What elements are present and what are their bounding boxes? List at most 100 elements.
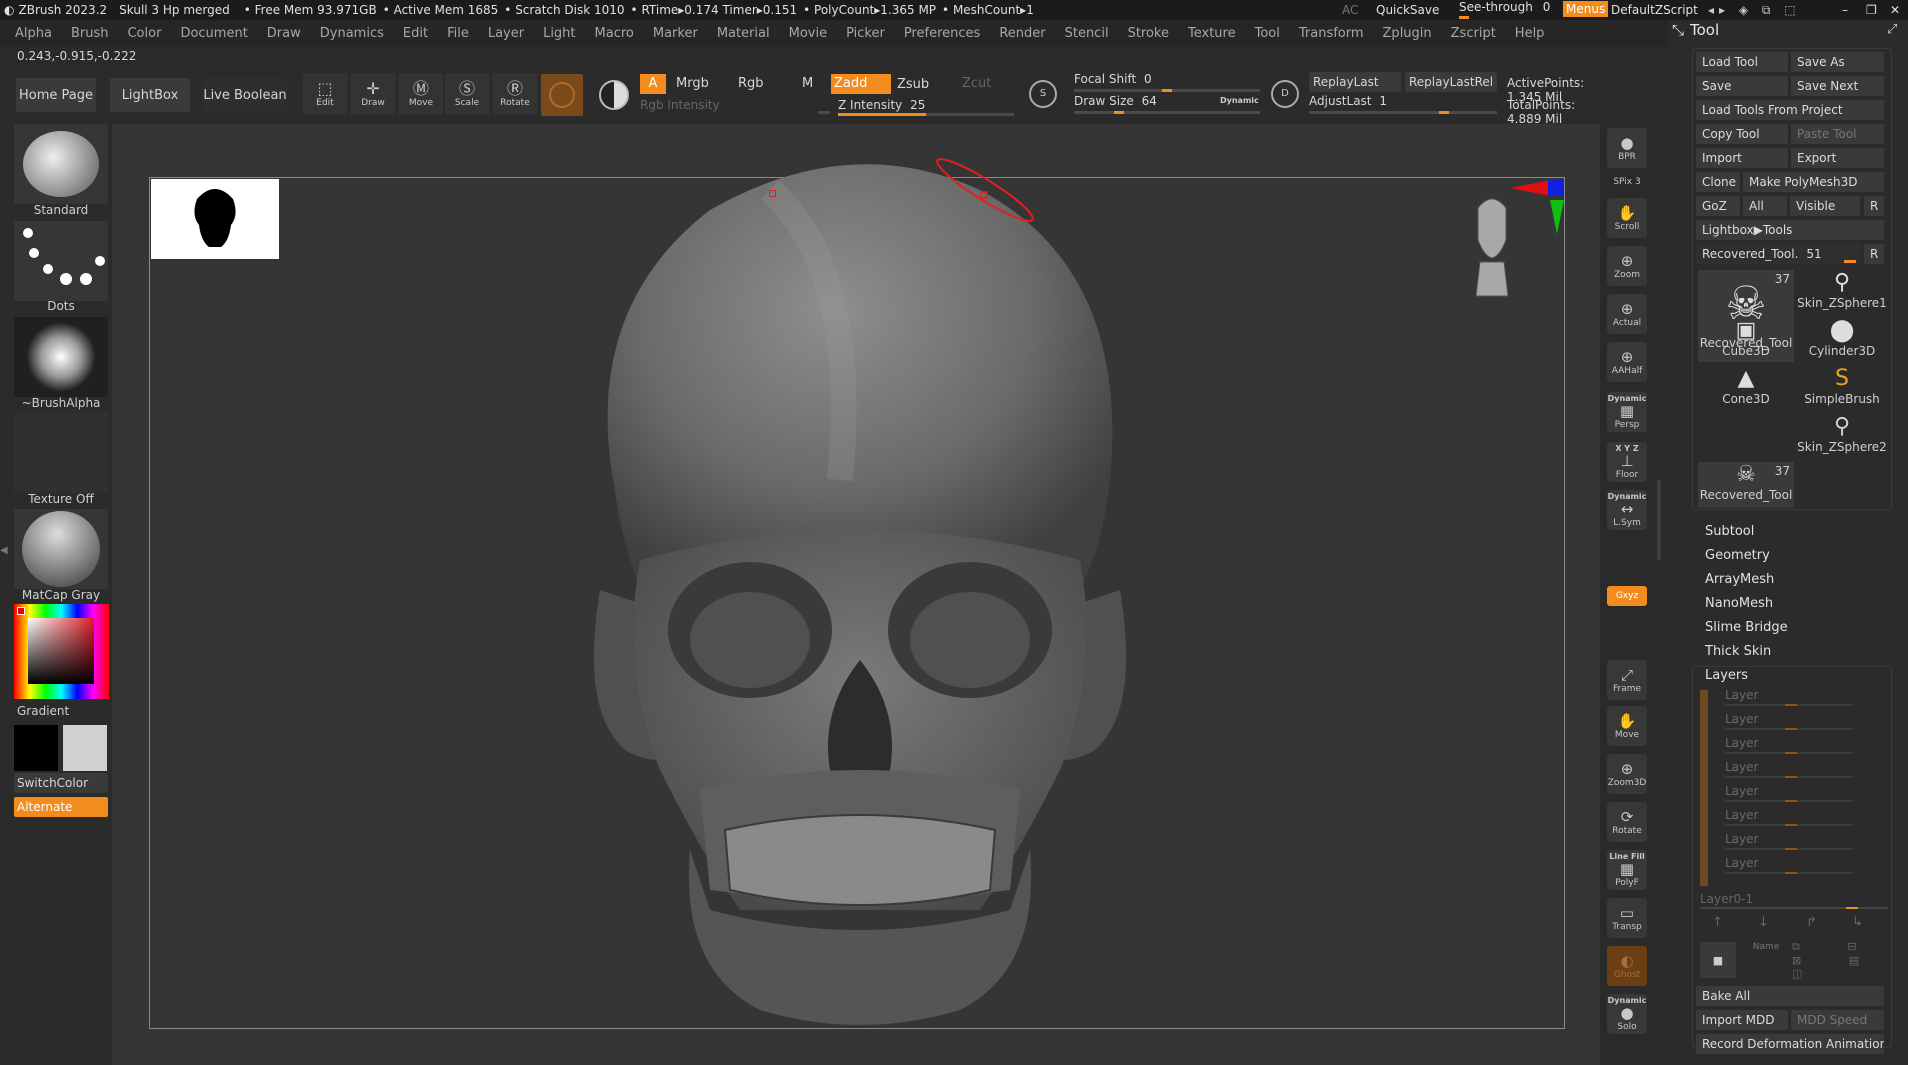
view-l-sym-button[interactable]: Dynamic ↔ L.Sym	[1607, 490, 1647, 530]
load-tools-from-project-button[interactable]: Load Tools From Project	[1696, 100, 1884, 120]
goz-visible-button[interactable]: Visible	[1790, 196, 1860, 216]
make-polymesh-button[interactable]: Make PolyMesh3D	[1743, 172, 1884, 192]
dynamic-size-toggle[interactable]: Dynamic	[1220, 96, 1259, 105]
menu-dynamics[interactable]: Dynamics	[320, 26, 384, 41]
view-move-button[interactable]: ✋ Move	[1607, 706, 1647, 746]
view-aahalf-button[interactable]: ⊕ AAHalf	[1607, 342, 1647, 382]
dots-brush-icon[interactable]: D	[1271, 80, 1299, 108]
menu-stroke[interactable]: Stroke	[1128, 26, 1169, 41]
layers-title[interactable]: Layers	[1705, 668, 1748, 683]
menu-render[interactable]: Render	[999, 26, 1045, 41]
save-as-button[interactable]: Save As	[1791, 52, 1884, 72]
section-geometry[interactable]: Geometry	[1705, 548, 1770, 563]
skull-model[interactable]	[540, 150, 1180, 1030]
lightbox-tools-button[interactable]: Lightbox▶Tools	[1696, 220, 1884, 240]
menu-light[interactable]: Light	[543, 26, 575, 41]
rgb-button[interactable]: Rgb	[738, 74, 792, 94]
scale-mode-button[interactable]: Ⓢ Scale	[445, 73, 489, 115]
live-boolean-button[interactable]: Live Boolean	[203, 78, 287, 112]
import-button[interactable]: Import	[1696, 148, 1788, 168]
draw-mode-button[interactable]: ✛ Draw	[351, 73, 395, 115]
new-layer-button[interactable]: ■	[1700, 942, 1736, 978]
orientation-gizmo[interactable]	[1460, 178, 1570, 298]
layout-icons[interactable]: ◂▸ ◈ ⧉ ⬚	[1708, 3, 1801, 18]
layer-slot[interactable]: Layer	[1725, 736, 1885, 754]
view-actual-button[interactable]: ⊕ Actual	[1607, 294, 1647, 334]
goz-button[interactable]: GoZ	[1696, 196, 1740, 216]
view-zoom3d-button[interactable]: ⊕ Zoom3D	[1607, 754, 1647, 794]
view-frame-button[interactable]: ⤢ Frame	[1607, 660, 1647, 700]
save-button[interactable]: Save	[1696, 76, 1788, 96]
menu-picker[interactable]: Picker	[846, 26, 885, 41]
view-rotate-button[interactable]: ⟳ Rotate	[1607, 802, 1647, 842]
menu-macro[interactable]: Macro	[595, 26, 634, 41]
mdd-speed-slider[interactable]: MDD Speed	[1791, 1010, 1884, 1030]
switch-color-button[interactable]: SwitchColor	[14, 773, 108, 793]
left-collapse-arrow[interactable]: ◀	[0, 545, 8, 556]
menu-marker[interactable]: Marker	[653, 26, 698, 41]
move-up-icon[interactable]: ↑	[1712, 915, 1723, 930]
zcut-button[interactable]: Zcut	[962, 74, 1006, 94]
section-subtool[interactable]: Subtool	[1705, 524, 1754, 539]
color-picker[interactable]	[14, 604, 109, 699]
layer-slot[interactable]: Layer	[1725, 808, 1885, 826]
menu-brush[interactable]: Brush	[71, 26, 109, 41]
view-solo-button[interactable]: Dynamic ● Solo	[1607, 994, 1647, 1034]
menu-color[interactable]: Color	[127, 26, 161, 41]
texture-selector[interactable]	[14, 413, 108, 493]
home-page-button[interactable]: Home Page	[16, 78, 96, 112]
menu-texture[interactable]: Texture	[1188, 26, 1236, 41]
adjust-last-slider[interactable]: AdjustLast 1	[1309, 94, 1497, 114]
menu-document[interactable]: Document	[180, 26, 247, 41]
tool-palette-title[interactable]: ⤡ Tool	[1672, 21, 1719, 39]
layer-slot[interactable]: Layer	[1725, 856, 1885, 874]
see-through-slider[interactable]: See-through 0	[1459, 0, 1553, 20]
menu-zscript[interactable]: Zscript	[1451, 26, 1496, 41]
menu-stencil[interactable]: Stencil	[1065, 26, 1109, 41]
m-button[interactable]: M	[802, 74, 826, 94]
layer-footer-slider[interactable]	[1700, 907, 1888, 909]
tool-item-recovered-tool[interactable]: ☠ Recovered_Tool 37	[1698, 462, 1794, 508]
close-icon[interactable]: ✕	[1890, 3, 1900, 17]
gradient-label[interactable]: Gradient	[17, 704, 69, 718]
sym-brush-icon[interactable]: S	[1029, 80, 1057, 108]
tool-item-cylinder3d[interactable]: ⬤ Cylinder3D	[1794, 318, 1890, 364]
menu-zplugin[interactable]: Zplugin	[1383, 26, 1432, 41]
rotate-mode-button[interactable]: Ⓡ Rotate	[493, 73, 537, 115]
section-slime-bridge[interactable]: Slime Bridge	[1705, 620, 1788, 635]
forward-icon[interactable]: ↳	[1852, 915, 1863, 930]
menu-movie[interactable]: Movie	[789, 26, 827, 41]
paste-tool-button[interactable]: Paste Tool	[1791, 124, 1884, 144]
tool-item-skin-zsphere1[interactable]: ⚲ Skin_ZSphere1	[1794, 270, 1890, 316]
material-swatch-button[interactable]	[541, 74, 583, 116]
layer-action-icons[interactable]: ⧉ ⊟ ⊠ ▤ ◫	[1792, 940, 1888, 980]
move-mode-button[interactable]: Ⓜ Move	[399, 73, 443, 115]
palette-pin-icon[interactable]: ⤢	[1887, 22, 1897, 37]
redo-icon[interactable]: ↱	[1806, 915, 1817, 930]
goz-r-button[interactable]: R	[1864, 196, 1884, 216]
view-scroll-button[interactable]: ✋ Scroll	[1607, 198, 1647, 238]
import-mdd-button[interactable]: Import MDD	[1696, 1010, 1788, 1030]
menu-layer[interactable]: Layer	[488, 26, 524, 41]
view-bpr-button[interactable]: ● BPR	[1607, 128, 1647, 168]
color-sphere-button[interactable]	[593, 74, 635, 116]
section-arraymesh[interactable]: ArrayMesh	[1705, 572, 1774, 587]
goz-all-button[interactable]: All	[1743, 196, 1787, 216]
view-ghost-button[interactable]: ◐ Ghost	[1607, 946, 1647, 986]
export-button[interactable]: Export	[1791, 148, 1884, 168]
alpha-selector[interactable]	[14, 317, 108, 397]
lightbox-button[interactable]: LightBox	[110, 78, 190, 112]
layers-scrollbar[interactable]	[1700, 690, 1708, 886]
save-next-button[interactable]: Save Next	[1791, 76, 1884, 96]
view-persp-button[interactable]: Dynamic ▦ Persp	[1607, 392, 1647, 432]
menu-alpha[interactable]: Alpha	[15, 26, 52, 41]
menu-draw[interactable]: Draw	[267, 26, 301, 41]
layer-slot[interactable]: Layer	[1725, 712, 1885, 730]
focal-shift-slider[interactable]: Focal Shift 0	[1074, 72, 1260, 92]
material-selector[interactable]	[14, 509, 108, 589]
view-zoom-button[interactable]: ⊕ Zoom	[1607, 246, 1647, 286]
tool-item-skin-zsphere2[interactable]: ⚲ Skin_ZSphere2	[1794, 414, 1890, 460]
zadd-button[interactable]: Zadd	[831, 74, 891, 94]
tool-item-cube3d[interactable]: ▣ Cube3D	[1698, 318, 1794, 364]
layer-slot[interactable]: Layer	[1725, 832, 1885, 850]
